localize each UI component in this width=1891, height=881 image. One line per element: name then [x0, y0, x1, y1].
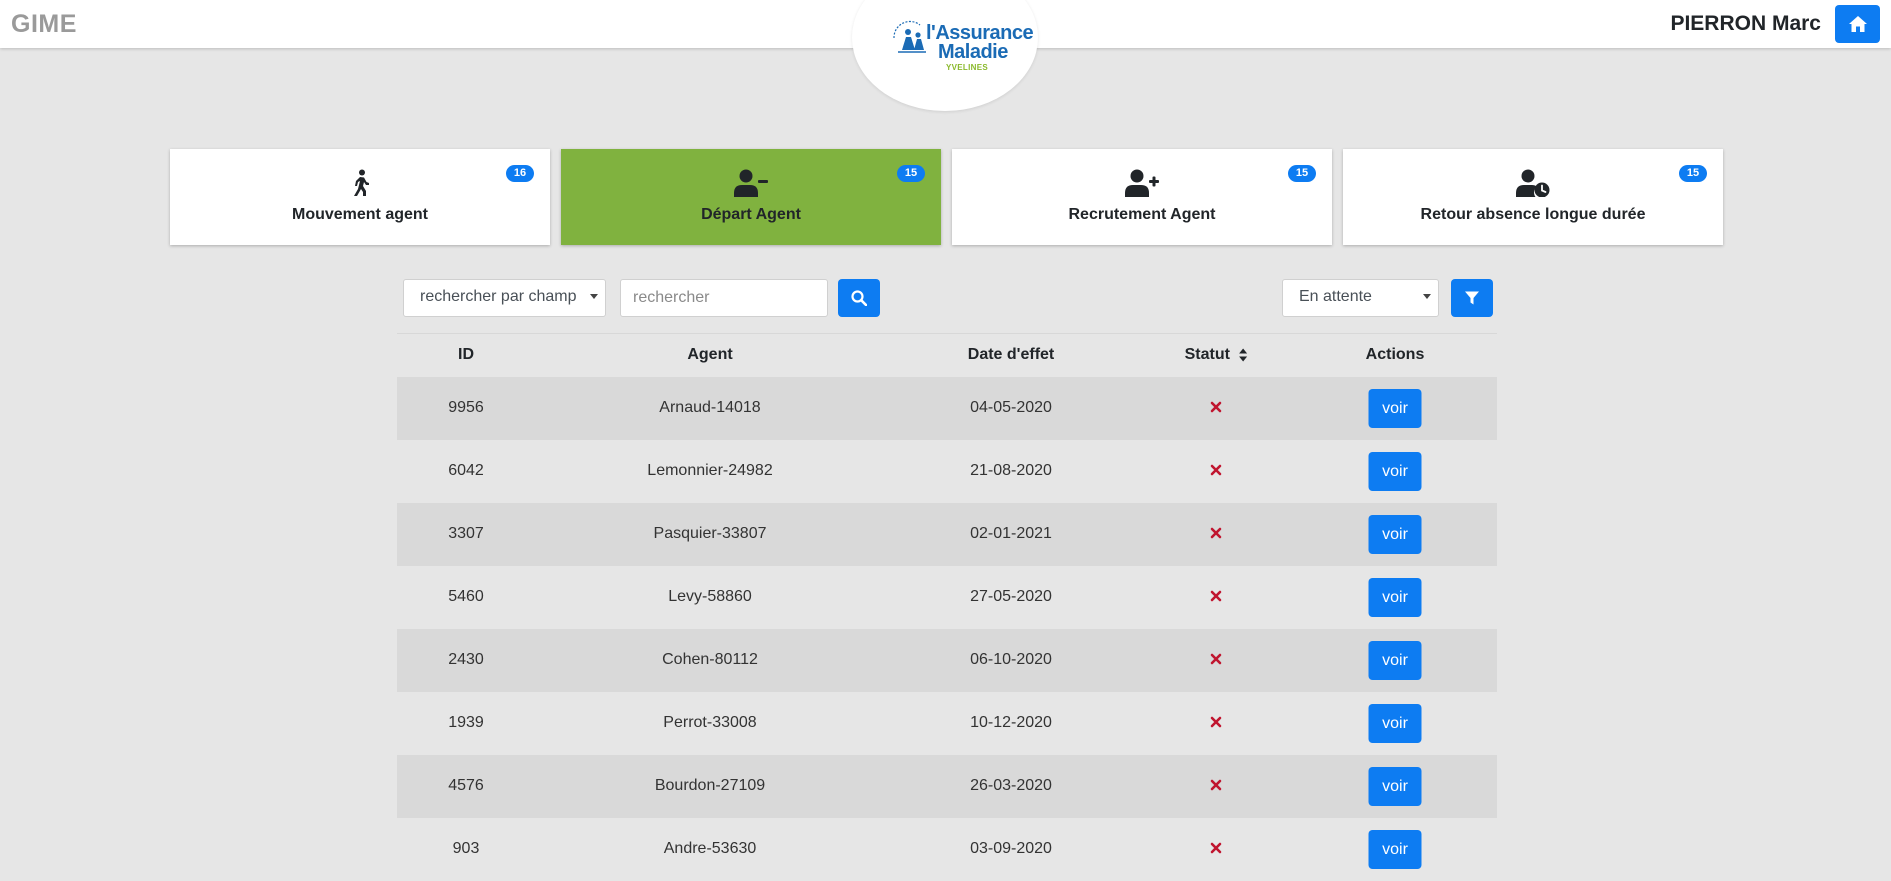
count-badge: 15	[1288, 165, 1316, 182]
voir-button[interactable]: voir	[1368, 704, 1422, 743]
user-plus-icon	[1125, 169, 1159, 197]
x-icon	[1210, 842, 1222, 854]
card-mouvement-agent[interactable]: Mouvement agent 16	[170, 149, 550, 245]
sort-icon[interactable]	[1238, 348, 1247, 362]
cell-date: 03-09-2020	[970, 840, 1052, 857]
cell-date: 06-10-2020	[970, 651, 1052, 668]
x-icon	[1210, 779, 1222, 791]
app-brand[interactable]: GIME	[11, 10, 77, 39]
card-retour-absence[interactable]: Retour absence longue durée 15	[1343, 149, 1723, 245]
cell-date: 10-12-2020	[970, 714, 1052, 731]
walking-person-icon	[354, 169, 369, 196]
card-label: Départ Agent	[701, 206, 801, 223]
search-field-select[interactable]: rechercher par champ	[403, 279, 606, 317]
voir-button[interactable]: voir	[1368, 578, 1422, 617]
x-icon	[1210, 653, 1222, 665]
assurance-maladie-logo: l'Assurance Maladie YVELINES	[890, 20, 1034, 90]
x-icon	[1210, 401, 1222, 413]
agents-table: ID Agent Date d'effet Statut Actions 995…	[397, 333, 1497, 881]
user-clock-icon	[1516, 169, 1550, 197]
voir-button[interactable]: voir	[1368, 515, 1422, 554]
column-header-date: Date d'effet	[967, 346, 1055, 363]
card-label: Retour absence longue durée	[1420, 206, 1646, 223]
search-input[interactable]	[620, 279, 828, 317]
table-row: 6042 Lemonnier-24982 21-08-2020 voir	[397, 440, 1497, 503]
cell-id: 903	[452, 840, 480, 857]
card-recrutement-agent[interactable]: Recrutement Agent 15	[952, 149, 1332, 245]
card-depart-agent[interactable]: Départ Agent 15	[561, 149, 941, 245]
table-row: 903 Andre-53630 03-09-2020 voir	[397, 818, 1497, 881]
cell-id: 3307	[448, 525, 484, 542]
cell-id: 6042	[448, 462, 484, 479]
column-header-id: ID	[458, 346, 474, 363]
user-minus-icon	[734, 169, 768, 197]
x-icon	[1210, 716, 1222, 728]
cell-agent: Cohen-80112	[662, 651, 758, 668]
voir-button[interactable]: voir	[1368, 767, 1422, 806]
count-badge: 16	[506, 165, 534, 182]
filter-icon	[1465, 291, 1479, 305]
cell-date: 02-01-2021	[970, 525, 1052, 542]
table-row: 9956 Arnaud-14018 04-05-2020 voir	[397, 377, 1497, 440]
filter-button[interactable]	[1451, 279, 1493, 317]
voir-button[interactable]: voir	[1368, 830, 1422, 869]
table-row: 2430 Cohen-80112 06-10-2020 voir	[397, 629, 1497, 692]
cell-agent: Lemonnier-24982	[647, 462, 773, 479]
cell-id: 4576	[448, 777, 484, 794]
table-row: 1939 Perrot-33008 10-12-2020 voir	[397, 692, 1497, 755]
status-select-value: En attente	[1299, 288, 1372, 305]
x-icon	[1210, 590, 1222, 602]
column-header-actions: Actions	[1365, 346, 1425, 363]
cell-agent: Bourdon-27109	[654, 777, 766, 794]
cell-id: 1939	[448, 714, 484, 731]
table-row: 3307 Pasquier-33807 02-01-2021 voir	[397, 503, 1497, 566]
cell-date: 21-08-2020	[970, 462, 1052, 479]
home-icon	[1848, 16, 1867, 32]
category-cards: Mouvement agent 16 Départ Agent 15 Recru…	[170, 149, 1723, 245]
logo-line-2: Maladie	[938, 41, 1008, 63]
field-select-value: rechercher par champ	[420, 288, 577, 305]
cell-id: 2430	[448, 651, 484, 668]
cell-agent: Levy-58860	[668, 588, 752, 605]
table-row: 4576 Bourdon-27109 26-03-2020 voir	[397, 755, 1497, 818]
logo-badge[interactable]: l'Assurance Maladie YVELINES	[852, 0, 1038, 111]
count-badge: 15	[1679, 165, 1707, 182]
column-header-status[interactable]: Statut	[1185, 346, 1248, 364]
cell-date: 04-05-2020	[970, 399, 1052, 416]
table-header: ID Agent Date d'effet Statut Actions	[397, 333, 1497, 377]
cell-id: 9956	[448, 399, 484, 416]
count-badge: 15	[897, 165, 925, 182]
chevron-down-icon	[590, 294, 598, 299]
cell-date: 26-03-2020	[970, 777, 1052, 794]
cell-id: 5460	[448, 588, 484, 605]
x-icon	[1210, 464, 1222, 476]
search-button[interactable]	[838, 279, 880, 317]
status-select[interactable]: En attente	[1282, 279, 1439, 317]
table-row: 5460 Levy-58860 27-05-2020 voir	[397, 566, 1497, 629]
user-name: PIERRON Marc	[1670, 12, 1821, 35]
cell-date: 27-05-2020	[970, 588, 1052, 605]
column-header-status-label: Statut	[1184, 346, 1230, 363]
chevron-down-icon	[1423, 294, 1431, 299]
voir-button[interactable]: voir	[1368, 641, 1422, 680]
x-icon	[1210, 527, 1222, 539]
voir-button[interactable]: voir	[1368, 452, 1422, 491]
home-button[interactable]	[1835, 5, 1880, 43]
cell-agent: Arnaud-14018	[659, 399, 761, 416]
voir-button[interactable]: voir	[1368, 389, 1422, 428]
card-label: Mouvement agent	[291, 206, 428, 223]
logo-line-3: YVELINES	[946, 63, 988, 72]
search-icon	[851, 290, 867, 306]
cell-agent: Perrot-33008	[663, 714, 757, 731]
card-label: Recrutement Agent	[1068, 206, 1216, 223]
cell-agent: Pasquier-33807	[653, 525, 767, 542]
cell-agent: Andre-53630	[663, 840, 757, 857]
column-header-agent: Agent	[687, 346, 733, 363]
